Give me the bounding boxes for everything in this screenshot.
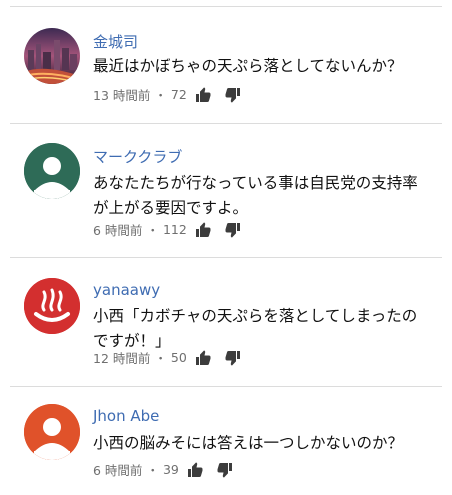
avatar[interactable]	[24, 28, 80, 84]
comment-time: 6 時間前	[93, 463, 143, 478]
comment-time: 6 時間前	[93, 223, 143, 238]
divider	[10, 386, 442, 387]
separator: ・	[154, 351, 167, 366]
comment-meta: 13 時間前 ・ 72	[93, 85, 241, 104]
comment-text: 小西の脳みそには答えは一つしかないのか？	[93, 434, 404, 452]
like-count: 39	[162, 462, 179, 477]
default-person-avatar-icon	[24, 143, 80, 199]
comment-text: 最近はかぼちゃの天ぷら落としてないんか？	[93, 57, 403, 75]
thumbs-down-icon[interactable]	[225, 222, 241, 238]
comment-meta: 12 時間前 ・ 50	[93, 348, 241, 367]
thumbs-up-icon[interactable]	[195, 221, 211, 238]
thumbs-down-icon[interactable]	[217, 462, 233, 478]
avatar[interactable]	[24, 143, 80, 199]
comment-author[interactable]: Jhon Abe	[93, 407, 159, 425]
thumbs-down-icon[interactable]	[225, 350, 241, 366]
divider-top	[10, 6, 442, 7]
thumbs-up-icon[interactable]	[195, 349, 211, 366]
thumbs-down-icon[interactable]	[225, 87, 241, 103]
night-city-photo-icon	[24, 28, 80, 84]
divider	[10, 257, 442, 258]
like-count: 112	[162, 222, 187, 237]
like-count: 50	[170, 350, 187, 365]
comment-text: 小西「カボチャの天ぷらを落としてしまったのですが！」	[93, 307, 418, 350]
default-person-avatar-icon	[24, 404, 80, 460]
comment-meta: 6 時間前 ・ 39	[93, 460, 233, 479]
onsen-logo-icon	[24, 278, 80, 334]
thumbs-up-icon[interactable]	[195, 86, 211, 103]
avatar[interactable]	[24, 404, 80, 460]
like-count: 72	[170, 87, 187, 102]
comment-text: あなたたちが行なっている事は自民党の支持率が上がる要因ですよ。	[93, 174, 418, 217]
divider	[10, 123, 442, 124]
comment-time: 12 時間前	[93, 351, 151, 366]
comment-time: 13 時間前	[93, 88, 151, 103]
separator: ・	[154, 88, 167, 103]
comment-author[interactable]: 金城司	[93, 31, 138, 52]
comment-author[interactable]: yanaawy	[93, 281, 160, 299]
avatar[interactable]	[24, 278, 80, 334]
separator: ・	[146, 223, 159, 238]
comment-meta: 6 時間前 ・ 112	[93, 220, 241, 239]
separator: ・	[146, 463, 159, 478]
comment-author[interactable]: マーククラブ	[93, 146, 182, 167]
thumbs-up-icon[interactable]	[187, 461, 203, 478]
